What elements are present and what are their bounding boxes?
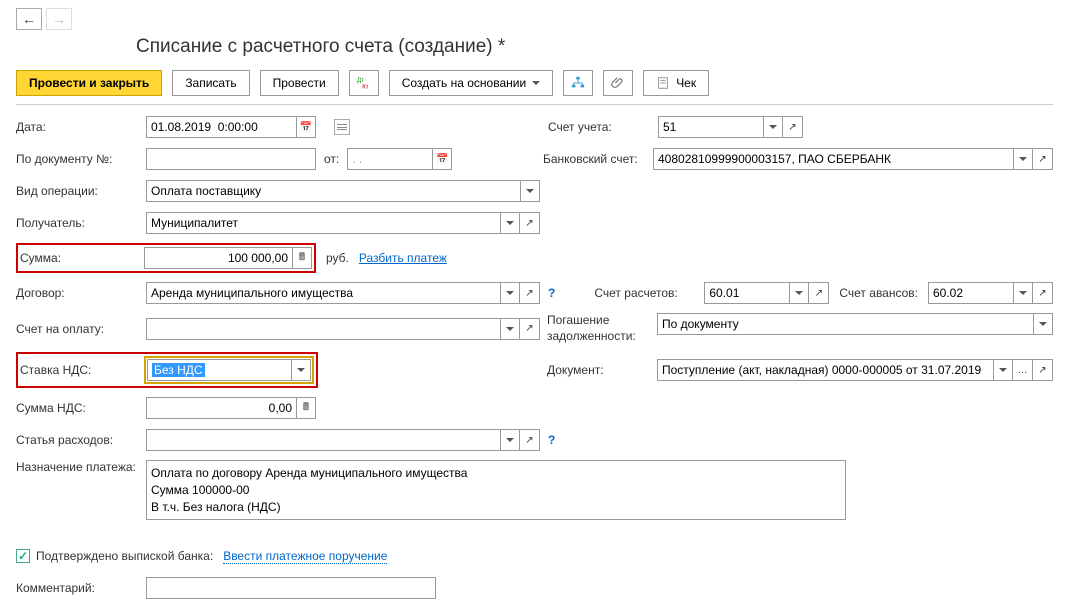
save-button[interactable]: Записать <box>172 70 249 96</box>
confirmed-label: Подтверждено выпиской банка: <box>36 549 213 563</box>
vatrate-label: Ставка НДС: <box>20 363 144 377</box>
invoice-input[interactable] <box>146 318 500 340</box>
bankacc-open[interactable]: ↗ <box>1033 148 1053 170</box>
structure-button[interactable] <box>563 70 593 96</box>
date-label: Дата: <box>16 120 146 134</box>
bankacc-label: Банковский счет: <box>543 152 653 166</box>
vatsum-calc-icon[interactable]: 🖩 <box>296 397 316 419</box>
calendar-icon[interactable]: 📅 <box>296 116 316 138</box>
docnum-label: По документу №: <box>16 152 146 166</box>
sum-label: Сумма: <box>20 251 144 265</box>
expense-label: Статья расходов: <box>16 433 146 447</box>
from-label: от: <box>324 152 339 166</box>
contract-dropdown[interactable] <box>500 282 520 304</box>
check-button[interactable]: Чек <box>643 70 709 96</box>
date-input[interactable] <box>146 116 296 138</box>
recipient-dropdown[interactable] <box>500 212 520 234</box>
debtrepay-dropdown[interactable] <box>1033 313 1053 335</box>
svg-text:Кт: Кт <box>362 83 369 90</box>
create-based-button[interactable]: Создать на основании <box>389 70 554 96</box>
document-label: Документ: <box>547 363 657 377</box>
settleacc-dropdown[interactable] <box>789 282 809 304</box>
contract-input[interactable] <box>146 282 500 304</box>
optype-label: Вид операции: <box>16 184 146 198</box>
document-input[interactable] <box>657 359 993 381</box>
nav-back[interactable]: ← <box>16 8 42 30</box>
comment-label: Комментарий: <box>16 581 146 595</box>
vatrate-dropdown[interactable] <box>291 359 311 381</box>
comment-input[interactable] <box>146 577 436 599</box>
toolbar: Провести и закрыть Записать Провести ДтК… <box>16 70 1053 105</box>
advanceacc-dropdown[interactable] <box>1013 282 1033 304</box>
vatrate-highlight: Ставка НДС: Без НДС <box>16 352 318 388</box>
account-label: Счет учета: <box>548 120 658 134</box>
vatsum-label: Сумма НДС: <box>16 401 146 415</box>
docdate-input[interactable] <box>347 148 432 170</box>
expense-dropdown[interactable] <box>500 429 520 451</box>
contract-label: Договор: <box>16 286 146 300</box>
expense-help[interactable]: ? <box>548 433 555 447</box>
bankacc-input[interactable] <box>653 148 1013 170</box>
docdate-calendar-icon[interactable]: 📅 <box>432 148 452 170</box>
advanceacc-open[interactable]: ↗ <box>1033 282 1053 304</box>
post-button[interactable]: Провести <box>260 70 339 96</box>
sum-highlight: Сумма: 🖩 <box>16 243 316 273</box>
account-input[interactable] <box>658 116 763 138</box>
debit-credit-icon: ДтКт <box>357 76 371 90</box>
vatrate-input[interactable]: Без НДС <box>147 359 291 381</box>
invoice-label: Счет на оплату: <box>16 322 146 336</box>
purpose-label: Назначение платежа: <box>16 460 146 476</box>
dt-kt-button[interactable]: ДтКт <box>349 70 379 96</box>
debtrepay-input[interactable] <box>657 313 1033 335</box>
document-more[interactable]: … <box>1013 359 1033 381</box>
optype-input[interactable] <box>146 180 520 202</box>
contract-open[interactable]: ↗ <box>520 282 540 304</box>
nav-forward: → <box>46 8 72 30</box>
recipient-input[interactable] <box>146 212 500 234</box>
settleacc-input[interactable] <box>704 282 789 304</box>
list-icon[interactable] <box>334 119 350 135</box>
docnum-input[interactable] <box>146 148 316 170</box>
calculator-icon[interactable]: 🖩 <box>292 247 312 269</box>
post-and-close-button[interactable]: Провести и закрыть <box>16 70 162 96</box>
invoice-dropdown[interactable] <box>500 318 520 340</box>
advanceacc-input[interactable] <box>928 282 1013 304</box>
recipient-open[interactable]: ↗ <box>520 212 540 234</box>
expense-open[interactable]: ↗ <box>520 429 540 451</box>
attachment-button[interactable] <box>603 70 633 96</box>
split-payment-link[interactable]: Разбить платеж <box>359 251 447 265</box>
rub-label: руб. <box>326 251 349 265</box>
tree-icon <box>571 76 585 90</box>
bankacc-dropdown[interactable] <box>1013 148 1033 170</box>
chevron-down-icon <box>532 81 540 85</box>
vatsum-input[interactable] <box>146 397 296 419</box>
enter-order-link[interactable]: Ввести платежное поручение <box>223 549 387 564</box>
settleacc-label: Счет расчетов: <box>594 286 704 300</box>
invoice-open[interactable]: ↗ <box>520 318 540 340</box>
recipient-label: Получатель: <box>16 216 146 230</box>
account-dropdown[interactable] <box>763 116 783 138</box>
account-open[interactable]: ↗ <box>783 116 803 138</box>
confirmed-checkbox[interactable]: ✓ <box>16 549 30 563</box>
purpose-textarea[interactable] <box>146 460 846 520</box>
settleacc-open[interactable]: ↗ <box>809 282 829 304</box>
page-title: Списание с расчетного счета (создание) * <box>136 36 1053 58</box>
advanceacc-label: Счет авансов: <box>839 286 918 300</box>
optype-dropdown[interactable] <box>520 180 540 202</box>
debtrepay-label: Погашение задолженности: <box>547 313 657 344</box>
document-open[interactable]: ↗ <box>1033 359 1053 381</box>
contract-help[interactable]: ? <box>548 286 555 300</box>
expense-input[interactable] <box>146 429 500 451</box>
document-dropdown[interactable] <box>993 359 1013 381</box>
sum-input[interactable] <box>144 247 292 269</box>
paperclip-icon <box>611 76 625 90</box>
receipt-icon <box>656 76 670 90</box>
